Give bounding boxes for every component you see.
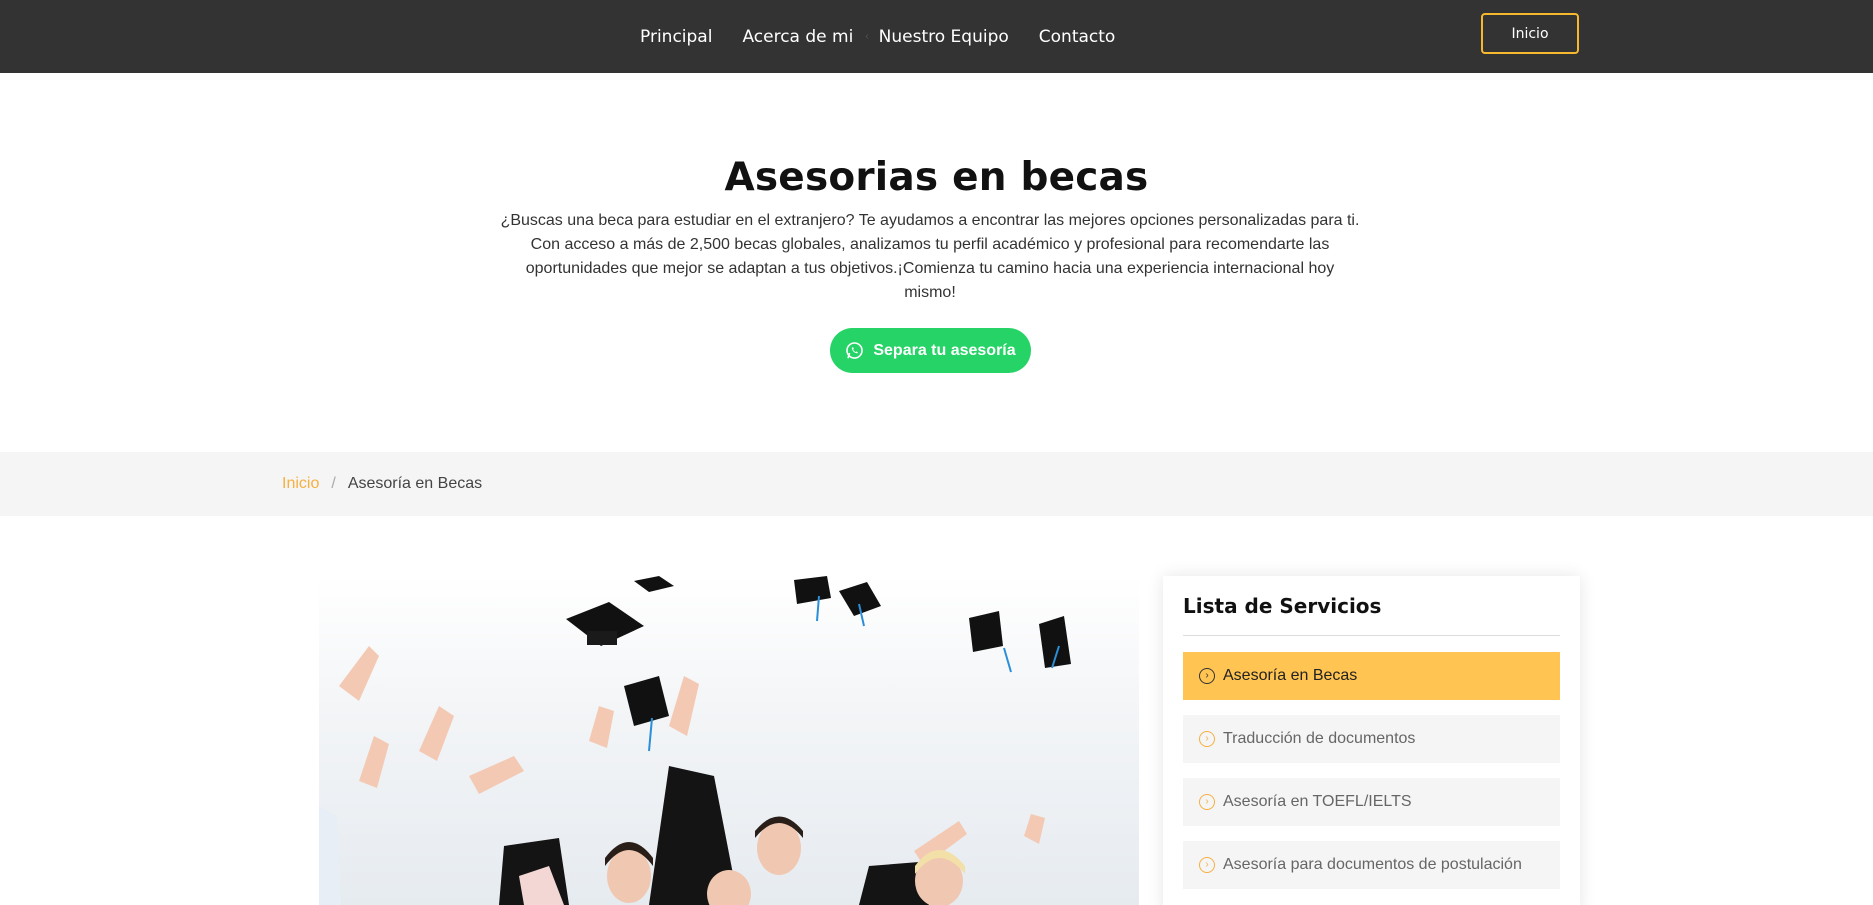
- service-label: Traducción de documentos: [1223, 730, 1416, 747]
- services-sidebar: Lista de Servicios › Asesoría en Becas ›…: [1163, 576, 1580, 905]
- graduation-illustration: [319, 576, 1071, 905]
- breadcrumb: Inicio / Asesoría en Becas: [282, 452, 482, 516]
- cta-label: Separa tu asesoría: [873, 341, 1016, 359]
- graduation-photo: [319, 576, 1139, 905]
- breadcrumb-bar: Inicio / Asesoría en Becas: [0, 452, 1873, 516]
- service-item-postulacion[interactable]: › Asesoría para documentos de postulació…: [1183, 841, 1560, 889]
- nav-link-acerca[interactable]: Acerca de mi: [742, 27, 853, 47]
- hero-description: ¿Buscas una beca para estudiar en el ext…: [500, 212, 1360, 301]
- whatsapp-icon: [846, 342, 864, 359]
- breadcrumb-separator: /: [331, 475, 336, 492]
- arrow-right-circle-icon: ›: [1199, 668, 1215, 684]
- page-title: Asesorias en becas: [724, 155, 1149, 200]
- sidebar-divider: [1183, 635, 1560, 636]
- service-label: Asesoría en TOEFL/IELTS: [1223, 793, 1412, 810]
- book-consultation-button[interactable]: Separa tu asesoría: [830, 328, 1031, 373]
- service-label: Asesoría para documentos de postulación: [1223, 856, 1522, 873]
- nav-link-contacto[interactable]: Contacto: [1039, 27, 1116, 47]
- hero-section: Asesorias en becas ¿Buscas una beca para…: [0, 73, 1873, 452]
- sidebar-title: Lista de Servicios: [1183, 594, 1382, 618]
- arrow-right-circle-icon: ›: [1199, 794, 1215, 810]
- service-label: Asesoría en Becas: [1223, 667, 1358, 684]
- nav-separator: ‹: [865, 31, 869, 42]
- service-item-becas[interactable]: › Asesoría en Becas: [1183, 652, 1560, 700]
- inicio-button[interactable]: Inicio: [1481, 13, 1579, 54]
- arrow-right-circle-icon: ›: [1199, 857, 1215, 873]
- nav-link-equipo[interactable]: Nuestro Equipo: [879, 27, 1009, 47]
- breadcrumb-current: Asesoría en Becas: [347, 475, 483, 492]
- service-item-traduccion[interactable]: › Traducción de documentos: [1183, 715, 1560, 763]
- nav-link-principal[interactable]: Principal: [640, 27, 712, 47]
- main-nav: Principal Acerca de mi ‹ Nuestro Equipo …: [640, 0, 1145, 73]
- navbar: Principal Acerca de mi ‹ Nuestro Equipo …: [0, 0, 1873, 73]
- arrow-right-circle-icon: ›: [1199, 731, 1215, 747]
- breadcrumb-home-link[interactable]: Inicio: [282, 475, 319, 493]
- service-item-toefl[interactable]: › Asesoría en TOEFL/IELTS: [1183, 778, 1560, 826]
